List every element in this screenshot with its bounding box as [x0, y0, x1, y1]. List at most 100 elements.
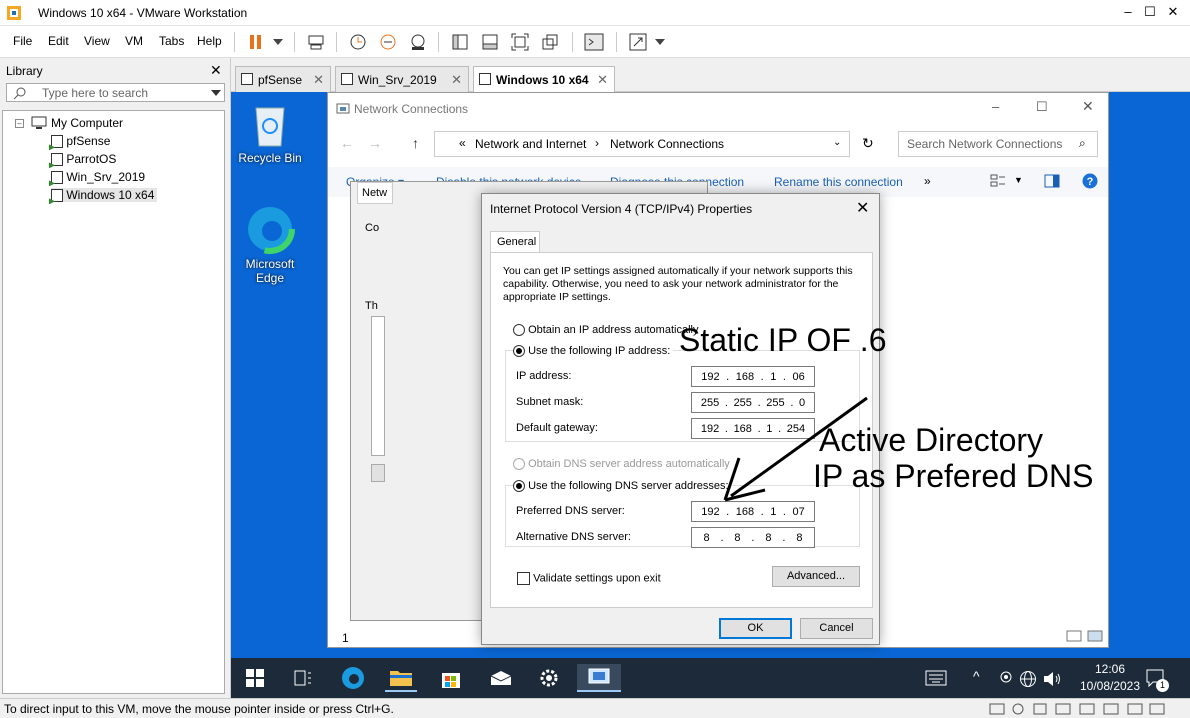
status-bar: To direct input to this VM, move the mou… — [0, 698, 1190, 718]
address-bar[interactable]: « Network and Internet › Network Connect… — [434, 131, 850, 157]
up-arrow-icon[interactable]: ↑ — [412, 135, 419, 151]
show-hidden-icons-icon[interactable]: ^ — [973, 668, 980, 684]
thumbnail-view-icon[interactable] — [480, 32, 500, 52]
network-globe-icon[interactable] — [1019, 670, 1037, 688]
maximize-icon[interactable]: ☐ — [1140, 4, 1160, 22]
close-library-icon[interactable]: ✕ — [210, 62, 222, 79]
chevron-down-icon[interactable] — [650, 32, 670, 52]
library-view-icon[interactable] — [450, 32, 470, 52]
edge-taskbar-button[interactable] — [337, 664, 369, 692]
close-tab-icon[interactable]: ✕ — [597, 72, 608, 88]
store-taskbar-button[interactable] — [435, 664, 467, 692]
ok-button[interactable]: OK — [719, 618, 792, 639]
keyboard-icon[interactable] — [925, 670, 947, 686]
send-keys-icon[interactable] — [306, 32, 326, 52]
collapse-icon[interactable]: – — [15, 119, 24, 128]
preview-pane-icon[interactable] — [1044, 174, 1060, 188]
menu-view[interactable]: View — [84, 34, 110, 48]
maximize-icon[interactable]: ☐ — [1036, 99, 1048, 115]
tab-pfsense[interactable]: pfSense ✕ — [235, 66, 331, 92]
device-status-icons[interactable] — [988, 702, 1184, 716]
guest-desktop[interactable]: Recycle Bin Microsoft Edge Network Conne… — [231, 92, 1190, 698]
tab-windows-10-x64[interactable]: Windows 10 x64 ✕ — [473, 66, 615, 92]
rename-command[interactable]: Rename this connection — [774, 175, 903, 189]
cancel-button[interactable]: Cancel — [800, 618, 873, 639]
use-following-dns-radio[interactable]: Use the following DNS server addresses: — [513, 480, 732, 493]
desktop-icon-recycle-bin[interactable]: Recycle Bin — [235, 102, 305, 165]
unity-icon[interactable] — [540, 32, 560, 52]
change-view-icon[interactable] — [990, 173, 1006, 189]
ethernet-items-list[interactable] — [371, 316, 385, 456]
help-icon[interactable]: ? — [1082, 173, 1098, 189]
task-view-icon — [294, 670, 311, 686]
chevron-down-icon[interactable]: ▼ — [1014, 175, 1023, 185]
breadcrumb-network-connections[interactable]: Network Connections — [610, 137, 724, 151]
task-view-button[interactable] — [287, 664, 319, 692]
tab-general[interactable]: General — [490, 231, 540, 253]
use-following-ip-radio[interactable]: Use the following IP address: — [513, 345, 674, 358]
more-commands-icon[interactable]: » — [924, 174, 931, 188]
close-icon[interactable]: ✕ — [856, 198, 869, 218]
view-toggle-icons[interactable] — [1066, 629, 1106, 643]
snapshot-icon[interactable] — [348, 32, 368, 52]
network-search-input[interactable]: Search Network Connections ⌕ — [898, 131, 1098, 157]
ethernet-tab-networking[interactable]: Netw — [357, 182, 393, 204]
validate-checkbox[interactable]: Validate settings upon exit — [517, 572, 661, 585]
settings-taskbar-button[interactable] — [533, 664, 565, 692]
tree-item-parrotos[interactable]: ParrotOS — [51, 152, 116, 167]
full-screen-icon[interactable] — [510, 32, 530, 52]
pause-icon[interactable] — [246, 32, 266, 52]
menu-help[interactable]: Help — [197, 34, 222, 48]
network-folder-icon — [336, 103, 350, 114]
chevron-down-icon[interactable] — [211, 90, 221, 96]
library-search-input[interactable]: Type here to search — [6, 83, 225, 102]
menu-bar: File Edit View VM Tabs Help — [0, 26, 1190, 58]
obtain-dns-auto-radio[interactable]: Obtain DNS server address automatically — [513, 458, 730, 471]
tab-label: Windows 10 x64 — [496, 73, 589, 87]
advanced-button[interactable]: Advanced... — [772, 566, 860, 587]
vmware-logo-icon — [7, 6, 21, 20]
refresh-icon[interactable]: ↻ — [862, 135, 874, 152]
tree-item-windows-10-x64[interactable]: Windows 10 x64 — [51, 188, 158, 203]
stretch-guest-icon[interactable] — [628, 32, 648, 52]
obtain-ip-auto-radio[interactable]: Obtain an IP address automatically — [513, 324, 698, 337]
install-button[interactable] — [371, 464, 385, 482]
close-icon[interactable]: ✕ — [1082, 98, 1094, 115]
forward-arrow-icon[interactable]: → — [368, 135, 382, 151]
ip-address-field[interactable]: 192. 168. 1. 06 — [691, 366, 815, 387]
network-connections-taskbar-button[interactable] — [577, 664, 621, 692]
mail-taskbar-button[interactable] — [485, 664, 517, 692]
default-gateway-label: Default gateway: — [516, 422, 598, 434]
network-search-placeholder: Search Network Connections — [907, 137, 1063, 151]
tree-root-my-computer[interactable]: My Computer — [51, 116, 123, 130]
menu-edit[interactable]: Edit — [48, 34, 69, 48]
menu-file[interactable]: File — [13, 34, 32, 48]
location-icon[interactable] — [999, 670, 1013, 686]
menu-tabs[interactable]: Tabs — [159, 34, 184, 48]
minimize-icon[interactable]: – — [1118, 4, 1138, 22]
back-arrow-icon[interactable]: ← — [340, 135, 354, 151]
close-tab-icon[interactable]: ✕ — [313, 72, 324, 88]
vm-icon — [341, 73, 353, 85]
close-tab-icon[interactable]: ✕ — [451, 72, 462, 88]
file-explorer-taskbar-button[interactable] — [385, 664, 417, 692]
taskbar-date[interactable]: 10/08/2023 — [1071, 679, 1149, 693]
taskbar-time[interactable]: 12:06 — [1083, 662, 1137, 676]
tree-item-pfsense[interactable]: pfSense — [51, 134, 110, 149]
close-icon[interactable]: ✕ — [1163, 4, 1183, 22]
tab-win-srv-2019[interactable]: Win_Srv_2019 ✕ — [335, 66, 469, 92]
snapshot-manager-icon[interactable] — [408, 32, 428, 52]
console-view-icon[interactable] — [584, 32, 604, 52]
tree-item-win-srv-2019[interactable]: Win_Srv_2019 — [51, 170, 145, 185]
minimize-icon[interactable]: – — [992, 99, 999, 114]
revert-snapshot-icon[interactable] — [378, 32, 398, 52]
start-button[interactable] — [239, 664, 271, 692]
volume-icon[interactable] — [1043, 670, 1061, 688]
chevron-down-icon[interactable] — [268, 32, 288, 52]
tab-label: Win_Srv_2019 — [358, 73, 437, 87]
breadcrumb-network-and-internet[interactable]: Network and Internet — [475, 137, 586, 151]
chevron-down-icon[interactable]: ⌄ — [833, 137, 841, 148]
alternative-dns-field[interactable]: 8.8.8.8 — [691, 527, 815, 548]
menu-vm[interactable]: VM — [125, 34, 143, 48]
desktop-icon-microsoft-edge[interactable]: Microsoft Edge — [235, 204, 305, 285]
